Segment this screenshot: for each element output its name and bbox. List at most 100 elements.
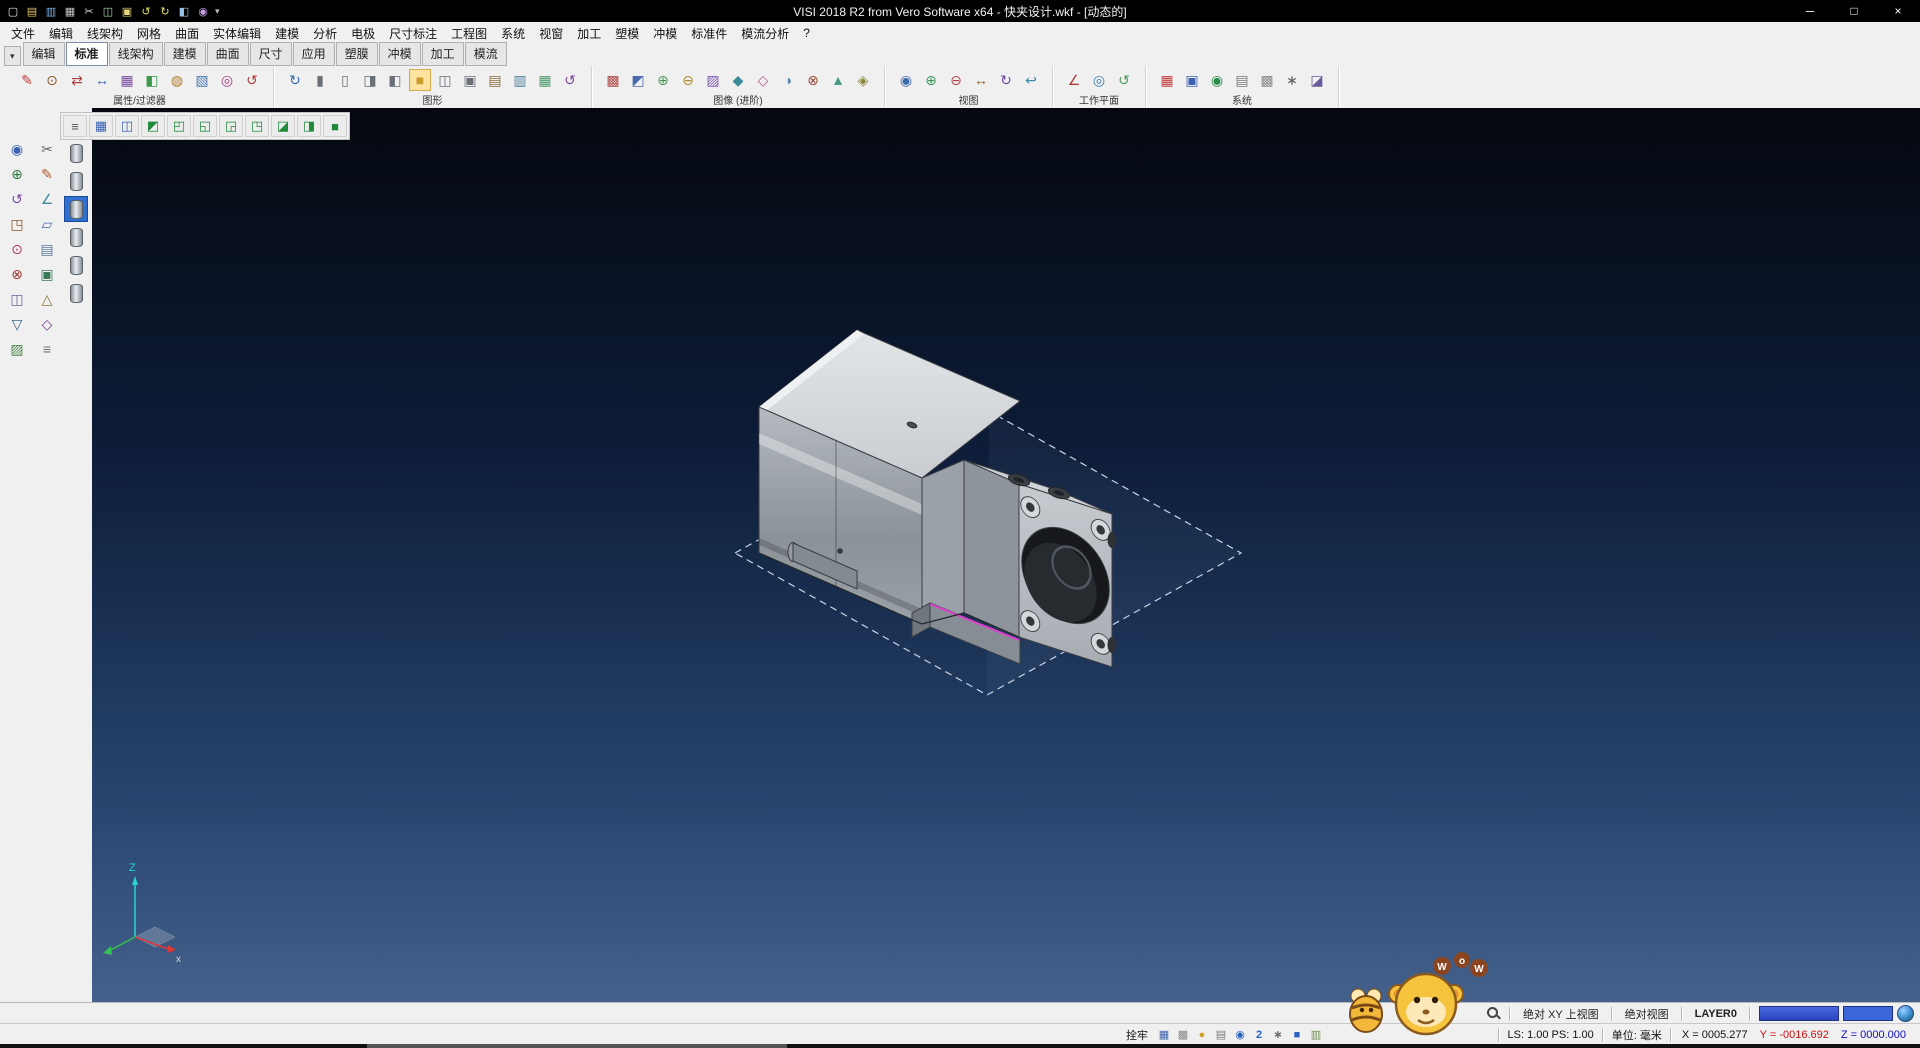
- tab-dimension[interactable]: 尺寸: [250, 42, 292, 66]
- solid-filter-button-1[interactable]: [64, 140, 88, 166]
- front-view-icon[interactable]: ◱: [193, 115, 217, 137]
- count-badge[interactable]: 2: [1251, 1027, 1267, 1043]
- reflection-icon[interactable]: ◆: [727, 69, 749, 91]
- split-icon[interactable]: ◫: [5, 288, 29, 310]
- search-icon[interactable]: [1486, 1006, 1501, 1021]
- render-icon[interactable]: ▩: [602, 69, 624, 91]
- paste-icon[interactable]: ▣: [118, 3, 136, 20]
- workplane-by-angle-icon[interactable]: ∠: [1063, 69, 1085, 91]
- copy-icon[interactable]: ◫: [99, 3, 117, 20]
- save-file-icon[interactable]: ▥: [42, 3, 60, 20]
- active-layer-label[interactable]: LAYER0: [1691, 1008, 1741, 1020]
- view-mode-label[interactable]: 绝对 XY 上视图: [1519, 1006, 1603, 1022]
- shaded-cube-icon[interactable]: ■: [323, 115, 347, 137]
- edge-display-icon[interactable]: ▣: [459, 69, 481, 91]
- pen-color-swatch[interactable]: [1843, 1006, 1893, 1021]
- info-icon[interactable]: ◉: [1232, 1027, 1248, 1043]
- menu-mesh[interactable]: 网格: [130, 23, 168, 44]
- snap-status-icon[interactable]: ▦: [1156, 1027, 1172, 1043]
- pencil-icon[interactable]: ✎: [35, 163, 59, 185]
- transparency-adv-icon[interactable]: ◇: [752, 69, 774, 91]
- new-file-icon[interactable]: ▢: [4, 3, 22, 20]
- menu-mold[interactable]: 塑模: [608, 23, 646, 44]
- cone-icon[interactable]: ▽: [5, 313, 29, 335]
- type-filter-icon[interactable]: ◍: [166, 69, 188, 91]
- crosshair-icon[interactable]: ⊕: [5, 163, 29, 185]
- calculator-icon[interactable]: ▤: [1231, 69, 1253, 91]
- menu-surface[interactable]: 曲面: [168, 23, 206, 44]
- contrast-icon[interactable]: ◑: [777, 69, 799, 91]
- range-filter-icon[interactable]: ↔: [91, 69, 113, 91]
- viewport-canvas[interactable]: Z x: [92, 108, 1920, 1002]
- solid-filter-button-3[interactable]: [64, 196, 88, 222]
- capture-icon[interactable]: ◈: [852, 69, 874, 91]
- menu-system[interactable]: 系统: [494, 23, 532, 44]
- shaded-mode-icon[interactable]: ■: [409, 69, 431, 91]
- menu-flow-analysis[interactable]: 模流分析: [734, 23, 796, 44]
- solid-filter-button-5[interactable]: [64, 252, 88, 278]
- menu-file[interactable]: 文件: [4, 23, 42, 44]
- hatch-icon[interactable]: ▨: [5, 338, 29, 360]
- menu-solid-edit[interactable]: 实体编辑: [206, 23, 268, 44]
- menu-electrode[interactable]: 电极: [344, 23, 382, 44]
- tab-machining[interactable]: 加工: [422, 42, 464, 66]
- units-status[interactable]: 单位: 毫米: [1608, 1027, 1666, 1043]
- edit-properties-icon[interactable]: ✎: [16, 69, 38, 91]
- layer-filter-icon[interactable]: ▦: [116, 69, 138, 91]
- iso-view-icon[interactable]: ◩: [141, 115, 165, 137]
- hide-element-icon[interactable]: ▥: [509, 69, 531, 91]
- cube-status-icon[interactable]: ■: [1289, 1027, 1305, 1043]
- rotate-icon[interactable]: ↺: [5, 188, 29, 210]
- solid-display-icon[interactable]: ▮: [309, 69, 331, 91]
- tab-mold[interactable]: 塑膜: [336, 42, 378, 66]
- grid-status-icon[interactable]: ▩: [1175, 1027, 1191, 1043]
- triangle-icon[interactable]: △: [35, 288, 59, 310]
- tab-application[interactable]: 应用: [293, 42, 335, 66]
- workplane-reset-icon[interactable]: ↺: [1113, 69, 1135, 91]
- options-icon[interactable]: ◉: [194, 3, 212, 20]
- quick-access-more-button[interactable]: ▾: [215, 6, 220, 17]
- layers-icon[interactable]: ▤: [35, 238, 59, 260]
- menu-standard-parts[interactable]: 标准件: [684, 23, 734, 44]
- section-display-icon[interactable]: ▤: [484, 69, 506, 91]
- slope-icon[interactable]: ◪: [1306, 69, 1328, 91]
- redraw-icon[interactable]: ↻: [284, 69, 306, 91]
- right-view-icon[interactable]: ◲: [219, 115, 243, 137]
- solid-filter-button-4[interactable]: [64, 224, 88, 250]
- cad-model[interactable]: [759, 330, 1117, 667]
- reset-filter-icon[interactable]: ↺: [241, 69, 263, 91]
- match-properties-icon[interactable]: ⊙: [41, 69, 63, 91]
- lock-toggle[interactable]: 拴牢: [1120, 1027, 1156, 1043]
- texture-icon[interactable]: ◩: [627, 69, 649, 91]
- mirror-icon[interactable]: ▱: [35, 213, 59, 235]
- diamond-icon[interactable]: ◇: [35, 313, 59, 335]
- list-icon[interactable]: ≡: [35, 338, 59, 360]
- menu-wireframe[interactable]: 线架构: [80, 23, 130, 44]
- menu-machining[interactable]: 加工: [570, 23, 608, 44]
- regen-icon[interactable]: ↺: [559, 69, 581, 91]
- background-icon[interactable]: ⊗: [802, 69, 824, 91]
- gamma-icon[interactable]: ▲: [827, 69, 849, 91]
- target-icon[interactable]: ⊙: [5, 238, 29, 260]
- viewport[interactable]: Z x: [92, 108, 1920, 1002]
- cut-icon[interactable]: ✂: [80, 3, 98, 20]
- tab-modeling[interactable]: 建模: [164, 42, 206, 66]
- wireframe-display-icon[interactable]: ▯: [334, 69, 356, 91]
- half-wire-icon[interactable]: ◧: [384, 69, 406, 91]
- open-file-icon[interactable]: ▤: [23, 3, 41, 20]
- multi-view-icon[interactable]: ▦: [89, 115, 113, 137]
- dual-view-icon[interactable]: ◫: [115, 115, 139, 137]
- shadow-icon[interactable]: ⊖: [677, 69, 699, 91]
- scissors-icon[interactable]: ✂: [35, 138, 59, 160]
- flange-left-face[interactable]: [964, 460, 1019, 637]
- top-view-icon[interactable]: ◰: [167, 115, 191, 137]
- magnifier-icon[interactable]: ◉: [5, 138, 29, 160]
- menu-die[interactable]: 冲模: [646, 23, 684, 44]
- settings-status-icon[interactable]: ∗: [1270, 1027, 1286, 1043]
- mask-filter-icon[interactable]: ▧: [191, 69, 213, 91]
- taskbar-item[interactable]: [367, 1044, 787, 1048]
- notification-icon[interactable]: ●: [1194, 1027, 1210, 1043]
- menu-drafting[interactable]: 工程图: [444, 23, 494, 44]
- back-view-icon[interactable]: ◪: [271, 115, 295, 137]
- menu-window[interactable]: 视窗: [532, 23, 570, 44]
